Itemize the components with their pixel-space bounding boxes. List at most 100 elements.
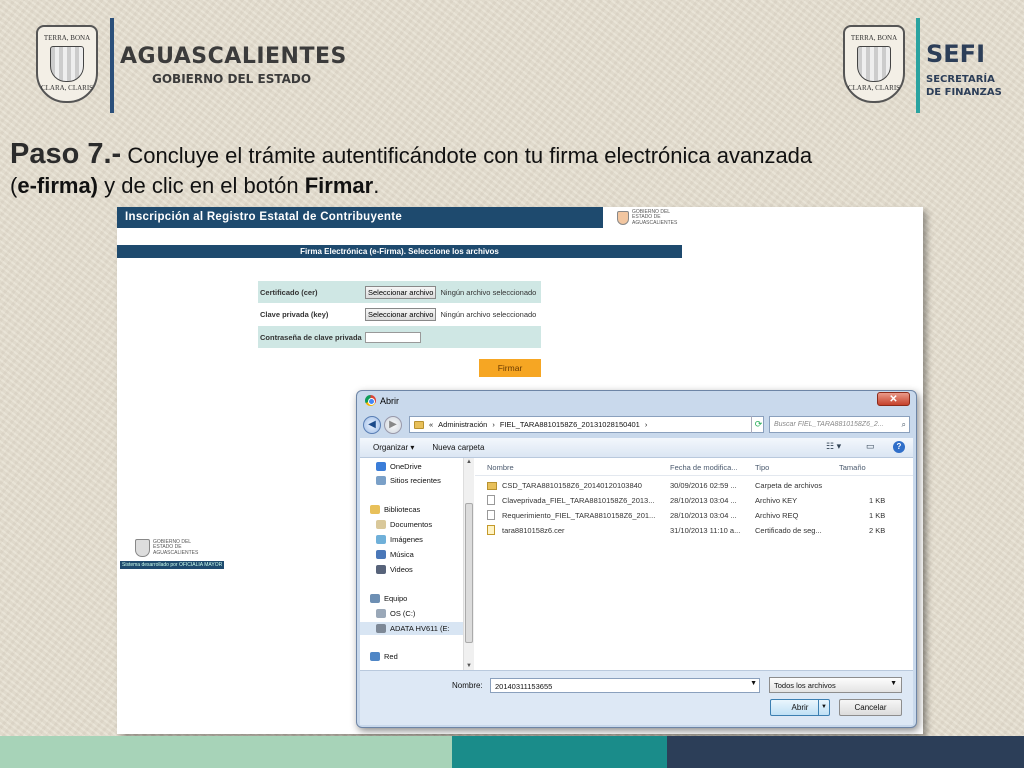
- nav-drive-e[interactable]: ADATA HV611 (E:: [360, 622, 463, 635]
- cancel-button[interactable]: Cancelar: [839, 699, 902, 716]
- filename-input[interactable]: 20140311153655 ▼: [490, 678, 760, 693]
- nav-images[interactable]: Imágenes: [376, 533, 423, 546]
- file-row[interactable]: Requerimiento_FIEL_TARA8810158Z6_201... …: [475, 509, 913, 523]
- help-icon[interactable]: ?: [893, 441, 905, 453]
- nav-scrollbar[interactable]: ▲ ▼: [463, 458, 474, 670]
- agency-line1: SECRETARÍA: [926, 74, 995, 85]
- divider: [110, 18, 114, 113]
- column-type[interactable]: Tipo: [755, 463, 769, 472]
- hard-drive-icon: [376, 609, 386, 618]
- state-subtitle: GOBIERNO DEL ESTADO: [152, 72, 312, 86]
- breadcrumb-separator[interactable]: ›: [645, 420, 648, 429]
- step-instruction: Paso 7.- Concluye el trámite autentificá…: [10, 139, 1010, 201]
- folder-icon: [487, 482, 497, 490]
- nav-recent[interactable]: Sitios recientes: [376, 474, 441, 487]
- nav-label: Videos: [390, 565, 413, 574]
- videos-icon: [376, 565, 386, 574]
- column-name[interactable]: Nombre: [487, 463, 514, 472]
- file-type-select[interactable]: Todos los archivos ▼: [769, 677, 902, 693]
- logo-text: GOBIERNO DEL ESTADO DE AGUASCALIENTES: [632, 209, 678, 226]
- select-key-button[interactable]: Seleccionar archivo: [365, 307, 437, 321]
- agency-short: SEFI: [926, 40, 986, 68]
- certificate-row: Certificado (cer) Seleccionar archivo Ni…: [258, 281, 541, 303]
- footer-stripe-teal: [452, 736, 667, 768]
- recent-places-icon: [376, 476, 386, 485]
- preview-pane-icon[interactable]: ▭: [866, 441, 875, 452]
- nav-documents[interactable]: Documentos: [376, 518, 432, 531]
- nav-computer[interactable]: Equipo: [370, 592, 407, 605]
- instruction-text: Concluye el trámite autentificándote con…: [121, 143, 813, 168]
- nav-libraries[interactable]: Bibliotecas: [370, 503, 420, 516]
- navigation-pane: OneDrive Sitios recientes Bibliotecas Do…: [360, 458, 463, 670]
- instruction-text: .: [373, 173, 380, 198]
- breadcrumb-separator[interactable]: ›: [492, 420, 495, 429]
- file-type-value: Todos los archivos: [774, 681, 836, 690]
- folder-icon: [414, 420, 424, 429]
- new-folder-button[interactable]: Nueva carpeta: [432, 443, 484, 452]
- close-icon[interactable]: ✕: [877, 392, 910, 406]
- nav-label: ADATA HV611 (E:: [390, 624, 450, 633]
- images-icon: [376, 535, 386, 544]
- file-row[interactable]: Claveprivada_FIEL_TARA8810158Z6_2013... …: [475, 494, 913, 508]
- firmar-button[interactable]: Firmar: [479, 359, 541, 377]
- chrome-icon: [365, 395, 376, 406]
- password-label: Contraseña de clave privada: [260, 332, 362, 342]
- password-input[interactable]: [365, 331, 421, 343]
- section-title: Firma Electrónica (e-Firma). Seleccione …: [117, 245, 682, 258]
- certificate-icon: [487, 525, 495, 535]
- header: TERRA, BONA CLARA, CLARIS AGUASCALIENTES…: [0, 0, 1024, 130]
- file-date: 31/10/2013 11:10 a...: [670, 526, 741, 535]
- footer-logo: GOBIERNO DEL ESTADO DE AGUASCALIENTES: [135, 539, 198, 557]
- breadcrumb-item[interactable]: FIEL_TARA8810158Z6_20131028150401: [500, 420, 640, 429]
- view-options-icon[interactable]: ☷ ▾: [826, 441, 841, 452]
- back-arrow-icon[interactable]: ◀: [363, 416, 381, 434]
- dialog-title: Abrir: [380, 395, 400, 406]
- cloud-icon: [376, 462, 386, 471]
- logo-text: GOBIERNO DEL ESTADO DE AGUASCALIENTES: [153, 539, 199, 557]
- nav-onedrive[interactable]: OneDrive: [376, 460, 422, 473]
- file-row[interactable]: CSD_TARA8810158Z6_20140120103840 30/09/2…: [475, 479, 913, 493]
- select-certificate-button[interactable]: Seleccionar archivo: [365, 285, 437, 299]
- file-size: 1 KB: [869, 496, 886, 505]
- file-date: 28/10/2013 03:04 ...: [670, 511, 737, 520]
- forward-arrow-icon[interactable]: ▶: [384, 416, 402, 434]
- column-date[interactable]: Fecha de modifica...: [670, 463, 738, 472]
- file-name: CSD_TARA8810158Z6_20140120103840: [502, 481, 642, 490]
- efirma-term: e-firma): [17, 173, 99, 198]
- file-size: 2 KB: [869, 526, 886, 535]
- agency-seal-logo: TERRA, BONA CLARA, CLARIS: [843, 25, 905, 103]
- organize-menu[interactable]: Organizar ▾: [373, 443, 414, 452]
- nav-music[interactable]: Música: [376, 548, 414, 561]
- open-button[interactable]: Abrir ▼: [770, 699, 830, 716]
- address-bar[interactable]: « Administración › FIEL_TARA8810158Z6_20…: [409, 416, 764, 433]
- scroll-thumb[interactable]: [465, 503, 473, 643]
- footer-stripe-navy: [667, 736, 1024, 768]
- chevron-down-icon[interactable]: ▼: [818, 700, 829, 715]
- logo-line: AGUASCALIENTES: [632, 219, 678, 226]
- nav-label: Bibliotecas: [384, 505, 421, 514]
- file-row[interactable]: tara8810158z6.cer 31/10/2013 11:10 a... …: [475, 524, 913, 538]
- file-name: tara8810158z6.cer: [502, 526, 565, 535]
- nav-label: OneDrive: [390, 462, 422, 471]
- chevron-down-icon[interactable]: ▼: [750, 680, 757, 687]
- nav-drive-c[interactable]: OS (C:): [376, 607, 415, 620]
- breadcrumb-overflow[interactable]: «: [429, 420, 433, 429]
- refresh-icon[interactable]: ⟳: [751, 416, 765, 433]
- nav-label: Documentos: [390, 520, 433, 529]
- scroll-down-icon[interactable]: ▼: [465, 663, 473, 669]
- file-name: Requerimiento_FIEL_TARA8810158Z6_201...: [502, 511, 656, 520]
- search-input[interactable]: Buscar FIEL_TARA8810158Z6_2... ⌕: [769, 416, 910, 433]
- file-type: Archivo KEY: [755, 496, 798, 505]
- column-size[interactable]: Tamaño: [839, 463, 866, 472]
- seal-top-text: TERRA, BONA: [43, 34, 91, 43]
- nav-network[interactable]: Red: [370, 650, 398, 663]
- agency-line2: DE FINANZAS: [926, 87, 1002, 98]
- scroll-up-icon[interactable]: ▲: [465, 459, 473, 465]
- filename-label: Nombre:: [452, 681, 483, 690]
- seal-bottom-text: CLARA, CLARIS: [847, 84, 901, 92]
- nav-label: Imágenes: [390, 535, 423, 544]
- breadcrumb-item[interactable]: Administración: [438, 420, 487, 429]
- usb-drive-icon: [376, 624, 386, 633]
- nav-videos[interactable]: Videos: [376, 563, 413, 576]
- logo-line: AGUASCALIENTES: [153, 549, 199, 556]
